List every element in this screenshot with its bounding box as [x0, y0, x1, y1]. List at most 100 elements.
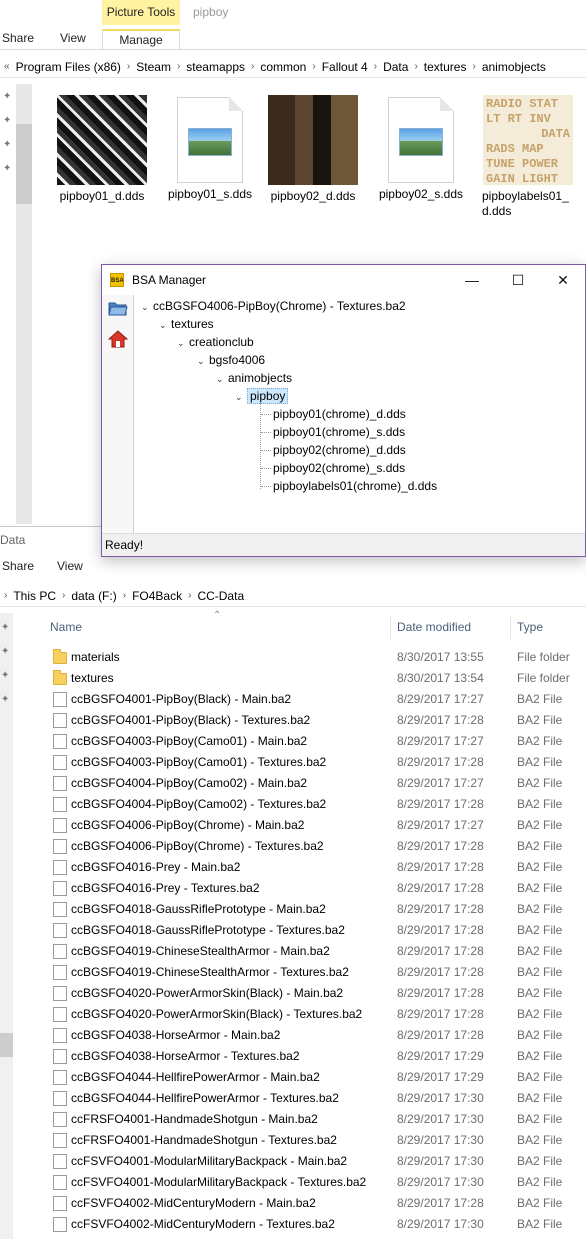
tab-share[interactable]: Share — [2, 559, 34, 573]
list-item[interactable]: ccBGSFO4019-ChineseStealthArmor - Main.b… — [44, 941, 586, 962]
column-header-name[interactable]: Name — [50, 612, 82, 642]
breadcrumb-steam[interactable]: Steam — [131, 60, 176, 74]
pin-icon[interactable]: ✦ — [1, 695, 11, 705]
nav-scrollbar-thumb[interactable] — [16, 124, 32, 204]
list-item[interactable]: ccBGSFO4020-PowerArmorSkin(Black) - Main… — [44, 983, 586, 1004]
tree-leaf-file[interactable]: pipboy01(chrome)_s.dds — [273, 423, 405, 441]
thumbnail-pipboy02-d[interactable]: pipboy02_d.dds — [265, 95, 361, 204]
list-item[interactable]: ccBGSFO4018-GaussRiflePrototype - Main.b… — [44, 899, 586, 920]
tree-node-pipboy[interactable]: ⌄ pipboy — [235, 387, 289, 406]
tree-leaf-file[interactable]: pipboy01(chrome)_d.dds — [273, 405, 406, 423]
file-name: ccBGSFO4004-PipBoy(Camo02) - Main.ba2 — [71, 776, 308, 790]
tree-node-creationclub[interactable]: ⌄ creationclub — [177, 333, 254, 352]
nav-scrollbar[interactable] — [0, 613, 13, 1239]
breadcrumb-data[interactable]: Data — [378, 60, 413, 74]
pin-icon[interactable]: ✦ — [1, 647, 11, 657]
chevron-down-icon[interactable]: ⌄ — [235, 388, 247, 406]
address-bar[interactable]: « Program Files (x86) › Steam › steamapps ›… — [0, 56, 586, 78]
tree-leaf-file[interactable]: pipboylabels01(chrome)_d.dds — [273, 477, 437, 495]
chevron-down-icon[interactable]: ⌄ — [141, 298, 153, 316]
list-item[interactable]: ccBGSFO4001-PipBoy(Black) - Textures.ba2… — [44, 710, 586, 731]
list-item[interactable]: ccBGSFO4006-PipBoy(Chrome) - Main.ba2 8/2… — [44, 815, 586, 836]
column-header-date[interactable]: Date modified — [397, 612, 471, 642]
title-bar[interactable]: BSA BSA Manager — ☐ ✕ — [102, 265, 585, 295]
thumbnail-pipboy02-s[interactable]: pipboy02_s.dds — [373, 95, 469, 202]
tab-view[interactable]: View — [60, 29, 86, 49]
breadcrumb-steamapps[interactable]: steamapps — [181, 60, 250, 74]
list-item[interactable]: ccBGSFO4020-PowerArmorSkin(Black) - Text… — [44, 1004, 586, 1025]
pin-icon[interactable]: ✦ — [3, 92, 13, 102]
list-item[interactable]: ccBGSFO4018-GaussRiflePrototype - Textur… — [44, 920, 586, 941]
breadcrumb-textures[interactable]: textures — [419, 60, 472, 74]
maximize-icon[interactable]: ☐ — [495, 265, 541, 295]
archive-tree[interactable]: ⌄ ccBGSFO4006-PipBoy(Chrome) - Textures.b… — [135, 295, 585, 533]
breadcrumb-animobjects[interactable]: animobjects — [477, 60, 551, 74]
list-item[interactable]: ccBGSFO4044-HellfirePowerArmor - Texture… — [44, 1088, 586, 1109]
chevron-down-icon[interactable]: ⌄ — [216, 370, 228, 388]
list-item[interactable]: ccFRSFO4001-HandmadeShotgun - Textures.b… — [44, 1130, 586, 1151]
breadcrumb-data-drive[interactable]: data (F:) — [66, 589, 121, 603]
close-icon[interactable]: ✕ — [540, 265, 586, 295]
breadcrumb-common[interactable]: common — [255, 60, 311, 74]
list-item[interactable]: ccBGSFO4003-PipBoy(Camo01) - Textures.ba… — [44, 752, 586, 773]
breadcrumb-this-pc[interactable]: This PC — [8, 589, 61, 603]
tree-node-textures[interactable]: ⌄ textures — [159, 315, 214, 334]
list-item[interactable]: ccBGSFO4003-PipBoy(Camo01) - Main.ba2 8/2… — [44, 731, 586, 752]
thumbnail-pipboy01-s[interactable]: pipboy01_s.dds — [162, 95, 258, 202]
tree-leaf-file[interactable]: pipboy02(chrome)_s.dds — [273, 459, 405, 477]
pin-icon[interactable]: ✦ — [1, 623, 11, 633]
texture-text: DATA — [541, 127, 570, 141]
pin-icon[interactable]: ✦ — [3, 140, 13, 150]
list-item[interactable]: ccBGSFO4038-HorseArmor - Textures.ba2 8/2… — [44, 1046, 586, 1067]
breadcrumb-fallout4[interactable]: Fallout 4 — [317, 60, 373, 74]
list-item[interactable]: textures 8/30/2017 13:54 File folder — [44, 668, 586, 689]
chevron-right-icon[interactable]: › — [0, 590, 8, 601]
tree-leaf-file[interactable]: pipboy02(chrome)_d.dds — [273, 441, 406, 459]
tree-guide-line — [260, 403, 261, 489]
pin-icon[interactable]: ✦ — [3, 116, 13, 126]
list-item[interactable]: ccBGSFO4004-PipBoy(Camo02) - Main.ba2 8/2… — [44, 773, 586, 794]
list-item[interactable]: materials 8/30/2017 13:55 File folder — [44, 647, 586, 668]
pin-icon[interactable]: ✦ — [1, 671, 11, 681]
overflow-icon[interactable]: « — [0, 61, 11, 72]
breadcrumb-fo4back[interactable]: FO4Back — [127, 589, 187, 603]
thumbnail-pipboy01-d[interactable]: pipboy01_d.dds — [54, 95, 150, 204]
list-item[interactable]: ccBGSFO4044-HellfirePowerArmor - Main.ba… — [44, 1067, 586, 1088]
address-bar[interactable]: › This PC › data (F:) › FO4Back › CC-Data — [0, 585, 586, 607]
nav-scrollbar-thumb[interactable] — [0, 1033, 13, 1057]
tab-manage[interactable]: Manage — [102, 29, 180, 49]
column-header-type[interactable]: Type — [517, 612, 543, 642]
list-item[interactable]: ccFRSFO4001-HandmadeShotgun - Main.ba2 8/… — [44, 1109, 586, 1130]
pin-icon[interactable]: ✦ — [3, 164, 13, 174]
breadcrumb-program-files[interactable]: Program Files (x86) — [11, 60, 126, 74]
list-item[interactable]: ccFSVFO4001-ModularMilitaryBackpack - Te… — [44, 1172, 586, 1193]
list-item[interactable]: ccBGSFO4016-Prey - Main.ba2 8/29/2017 17:… — [44, 857, 586, 878]
tree-node-animobjects[interactable]: ⌄ animobjects — [216, 369, 292, 388]
list-item[interactable]: ccFSVFO4002-MidCenturyModern - Main.ba2 8… — [44, 1193, 586, 1214]
tree-node-bgsfo4006[interactable]: ⌄ bgsfo4006 — [197, 351, 265, 370]
list-item[interactable]: ccFSVFO4001-ModularMilitaryBackpack - Ma… — [44, 1151, 586, 1172]
thumbnail-pipboylabels01-d[interactable]: RADIO STAT LT RT INV DATA RADS MAP TUNE … — [478, 95, 578, 219]
minimize-icon[interactable]: — — [449, 265, 495, 295]
tree-node-root[interactable]: ⌄ ccBGSFO4006-PipBoy(Chrome) - Textures.b… — [141, 297, 406, 316]
tab-view[interactable]: View — [57, 559, 83, 573]
column-divider[interactable] — [390, 615, 391, 639]
file-type: BA2 File — [517, 797, 563, 811]
list-item[interactable]: ccBGSFO4038-HorseArmor - Main.ba2 8/29/20… — [44, 1025, 586, 1046]
list-item[interactable]: ccBGSFO4016-Prey - Textures.ba2 8/29/2017… — [44, 878, 586, 899]
list-item[interactable]: ccBGSFO4019-ChineseStealthArmor - Textur… — [44, 962, 586, 983]
list-item[interactable]: ccBGSFO4004-PipBoy(Camo02) - Textures.ba… — [44, 794, 586, 815]
home-icon[interactable] — [107, 329, 129, 351]
file-label: pipboy01_d.dds — [59, 189, 145, 203]
chevron-down-icon[interactable]: ⌄ — [177, 334, 189, 352]
tab-share[interactable]: Share — [2, 29, 34, 49]
list-item[interactable]: ccBGSFO4006-PipBoy(Chrome) - Textures.ba… — [44, 836, 586, 857]
file-type: BA2 File — [517, 692, 563, 706]
breadcrumb-cc-data[interactable]: CC-Data — [192, 589, 249, 603]
open-folder-icon[interactable] — [107, 299, 129, 321]
list-item[interactable]: ccBGSFO4001-PipBoy(Black) - Main.ba2 8/29… — [44, 689, 586, 710]
chevron-down-icon[interactable]: ⌄ — [159, 316, 171, 334]
chevron-down-icon[interactable]: ⌄ — [197, 352, 209, 370]
column-divider[interactable] — [510, 615, 511, 639]
list-item[interactable]: ccFSVFO4002-MidCenturyModern - Textures.… — [44, 1214, 586, 1235]
